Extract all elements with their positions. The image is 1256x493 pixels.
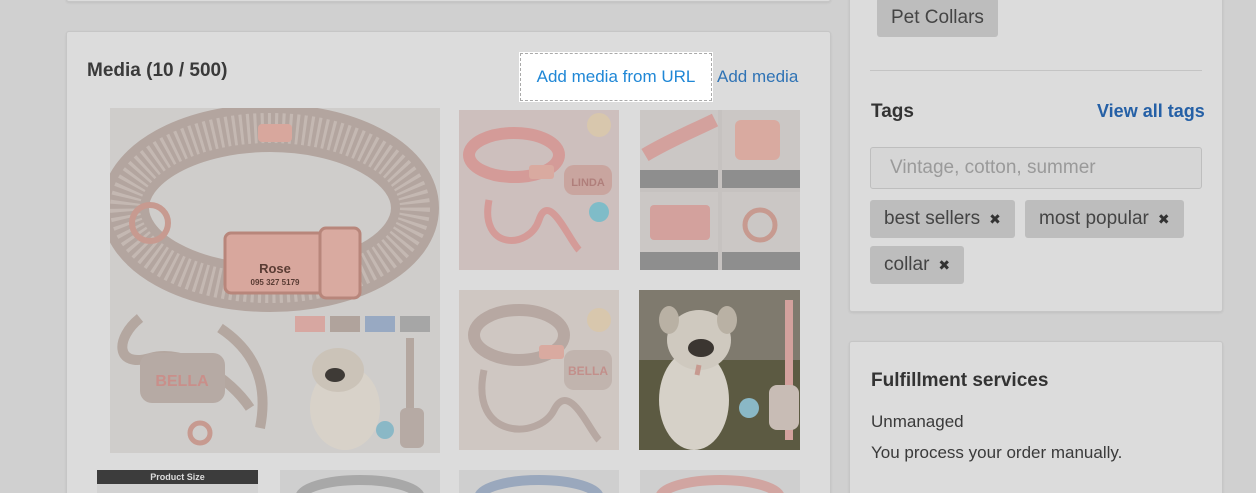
media-thumbnail-9[interactable] [640, 470, 800, 493]
product-size-banner: Product Size [97, 470, 258, 484]
fulfillment-title: Fulfillment services [871, 370, 1049, 391]
tag-label: most popular [1039, 208, 1149, 229]
media-title: Media (10 / 500) [87, 60, 228, 81]
media-thumbnail-2[interactable]: LINDA [459, 110, 619, 270]
pouch-text-4: BELLA [568, 364, 608, 378]
pouch-text-2: LINDA [571, 177, 605, 189]
add-media-from-url-link[interactable]: Add media from URL [537, 67, 696, 87]
collection-chip-label: Pet Collars [891, 7, 984, 28]
tag-label: best sellers [884, 208, 981, 229]
pouch-text: BELLA [155, 373, 209, 390]
remove-tag-icon[interactable]: ✖ [1158, 211, 1170, 227]
tags-input[interactable] [870, 147, 1202, 189]
tag-chip: best sellers ✖ [870, 200, 1015, 238]
media-thumbnail-5[interactable] [639, 290, 800, 450]
collar-engraving-name: Rose [259, 261, 291, 276]
media-thumbnail-8[interactable] [459, 470, 619, 493]
media-thumbnail-7[interactable] [280, 470, 440, 493]
collar-engraving-phone: 095 327 5179 [251, 278, 300, 287]
add-media-link[interactable]: Add media [717, 67, 798, 87]
remove-tag-icon[interactable]: ✖ [938, 257, 950, 273]
tag-chip: collar ✖ [870, 246, 965, 284]
add-media-from-url-highlight: Add media from URL [520, 53, 712, 101]
media-thumbnail-6[interactable]: Product Size [97, 470, 258, 493]
fulfillment-description: You process your order manually. [871, 443, 1123, 462]
remove-tag-icon[interactable]: ✖ [989, 211, 1001, 227]
media-thumbnail-3[interactable] [640, 110, 800, 270]
tags-title: Tags [871, 101, 914, 122]
divider [870, 70, 1202, 71]
previous-card [66, 0, 831, 2]
media-thumbnail-main[interactable]: Rose 095 327 5179 BELLA [110, 108, 440, 453]
collection-chip[interactable]: Pet Collars [877, 0, 998, 37]
tag-label: collar [884, 254, 930, 275]
tag-chip: most popular ✖ [1025, 200, 1184, 238]
view-all-tags-link[interactable]: View all tags [1097, 101, 1205, 122]
media-thumbnail-4[interactable]: BELLA [459, 290, 619, 450]
fulfillment-status: Unmanaged [871, 412, 964, 431]
